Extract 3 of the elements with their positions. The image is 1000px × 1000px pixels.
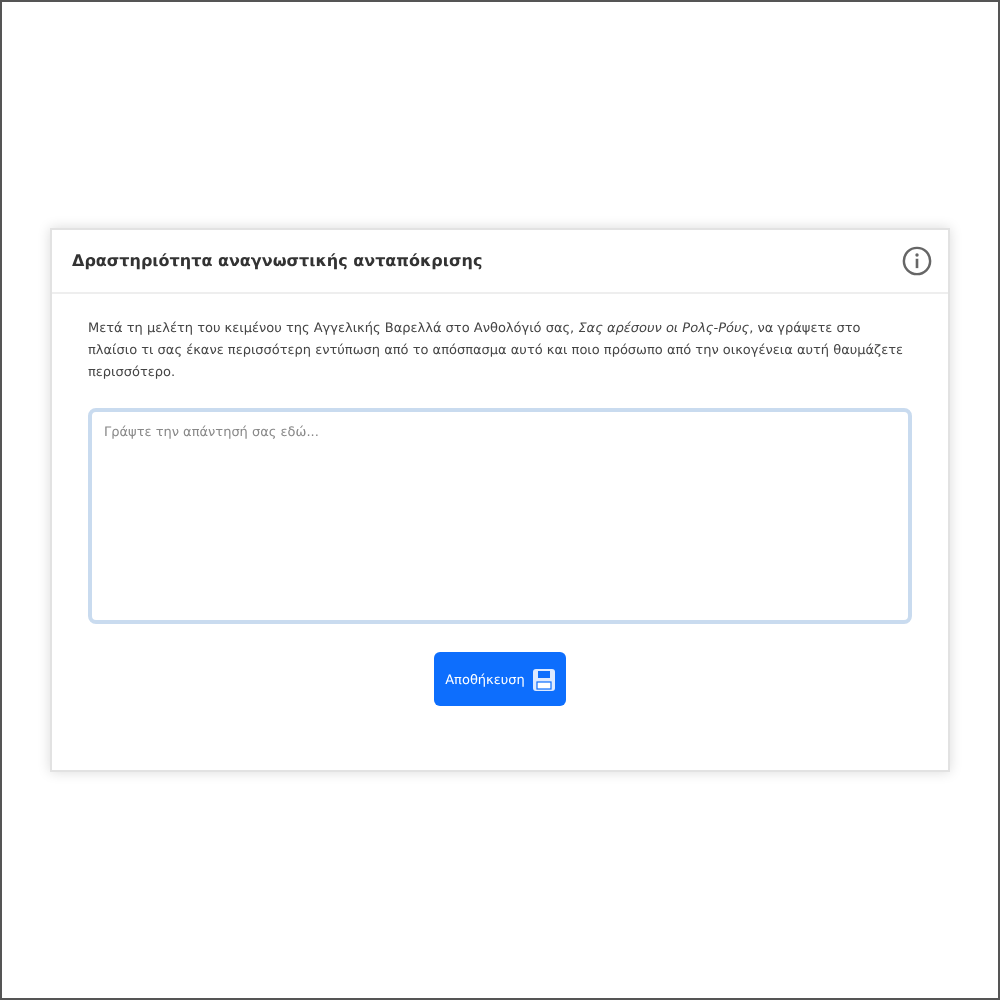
info-icon[interactable]	[902, 246, 932, 276]
card-title: Δραστηριότητα αναγνωστικής ανταπόκρισης	[72, 252, 483, 270]
save-icon	[532, 667, 557, 691]
